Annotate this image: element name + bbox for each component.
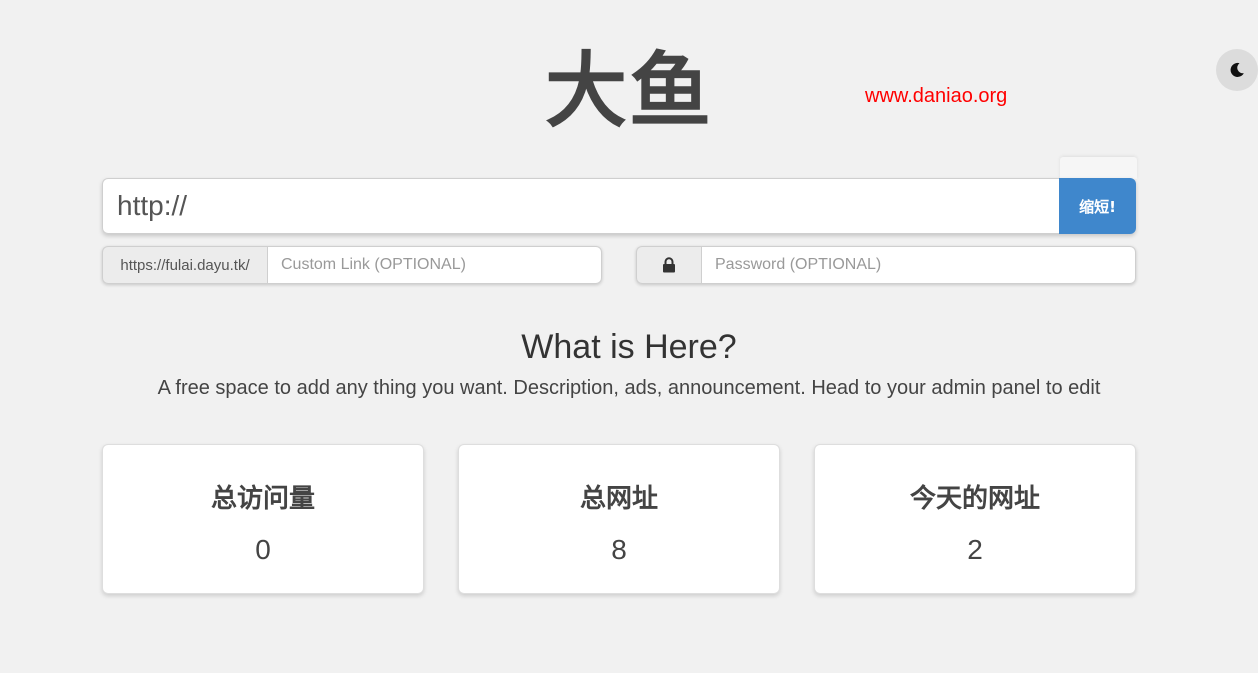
- stat-card-today-urls: 今天的网址 2: [814, 444, 1136, 594]
- shorten-button[interactable]: 缩短!: [1059, 178, 1136, 234]
- stat-card-total-clicks: 总访问量 0: [102, 444, 424, 594]
- stat-value: 0: [255, 534, 271, 565]
- stat-value: 2: [967, 534, 983, 565]
- custom-link-group: https://fulai.dayu.tk/: [102, 246, 602, 284]
- button-shadow-decoration: [1060, 157, 1137, 179]
- custom-link-input[interactable]: [267, 246, 602, 284]
- password-group: [636, 246, 1136, 284]
- page: 大鱼 www.daniao.org 缩短! https://fulai.dayu…: [0, 0, 1258, 673]
- stat-card-total-urls: 总网址 8: [458, 444, 780, 594]
- site-logo[interactable]: 大鱼: [0, 44, 1258, 140]
- stat-label: 今天的网址: [909, 484, 1040, 514]
- domain-prefix-label: https://fulai.dayu.tk/: [102, 246, 267, 284]
- url-input-group: 缩短!: [102, 178, 1136, 234]
- info-title: What is Here?: [521, 328, 737, 366]
- password-addon: [636, 246, 701, 284]
- password-input[interactable]: [701, 246, 1136, 284]
- theme-toggle-button[interactable]: [1216, 49, 1258, 91]
- stat-label: 总访问量: [210, 484, 315, 514]
- stat-label: 总网址: [579, 484, 658, 514]
- lock-icon: [663, 257, 675, 273]
- long-url-input[interactable]: [102, 178, 1059, 234]
- info-description: A free space to add any thing you want. …: [157, 377, 1101, 399]
- watermark-text: www.daniao.org: [865, 85, 1008, 107]
- stat-value: 8: [611, 534, 627, 565]
- moon-icon: [1230, 62, 1244, 77]
